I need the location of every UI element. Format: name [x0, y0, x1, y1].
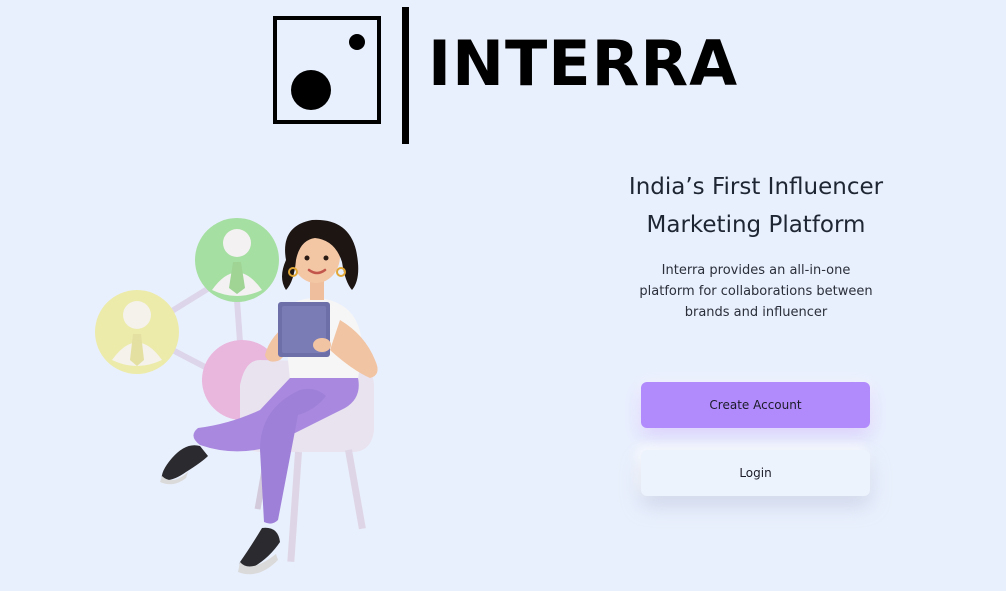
hero-description-line-2: platform for collaborations between — [639, 284, 873, 299]
login-button[interactable]: Login — [641, 450, 870, 496]
logo-large-dot — [291, 70, 331, 110]
hero-title: India’s First Influencer Marketing Platf… — [560, 168, 952, 244]
brand-logo: INTERRA — [273, 7, 743, 144]
logo-mark-icon — [273, 16, 381, 124]
hero-description: Interra provides an all-in-one platform … — [611, 260, 901, 323]
hero-description-line-1: Interra provides an all-in-one — [661, 263, 851, 278]
logo-small-dot — [349, 34, 365, 50]
brand-name: INTERRA — [428, 27, 739, 100]
logo-divider — [402, 7, 409, 144]
hero-description-line-3: brands and influencer — [684, 305, 828, 320]
hero-title-line-2: Marketing Platform — [646, 212, 866, 238]
create-account-button[interactable]: Create Account — [641, 382, 870, 428]
hero-title-line-1: India’s First Influencer — [628, 174, 884, 200]
landing-page: INTERRA India’s First Influencer Marketi… — [0, 0, 1006, 591]
woman-with-tablet-illustration-icon — [95, 218, 378, 575]
hero-illustration — [90, 210, 390, 591]
hero-section: India’s First Influencer Marketing Platf… — [560, 168, 952, 323]
